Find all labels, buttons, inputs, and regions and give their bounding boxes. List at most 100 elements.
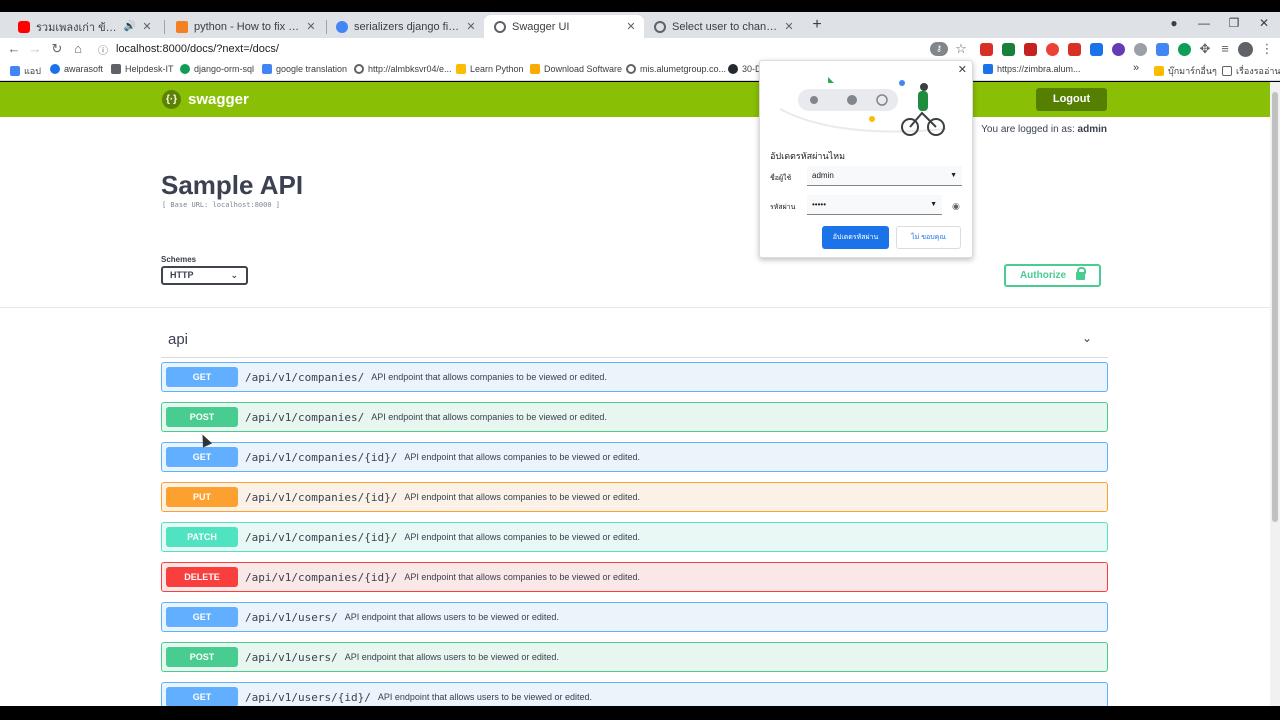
extension-icon[interactable] xyxy=(1112,43,1125,56)
address-bar[interactable]: ⓘ localhost:8000/docs/?next=/docs/ xyxy=(96,39,976,59)
globe-icon xyxy=(180,64,190,74)
puzzle-icon[interactable]: ✥ xyxy=(1196,40,1214,58)
bookmark-awarasoft[interactable]: awarasoft xyxy=(50,64,103,74)
bookmark-label: mis.alumetgroup.co... xyxy=(640,64,727,74)
operation-description: API endpoint that allows companies to be… xyxy=(404,572,640,582)
swagger-brand: swagger xyxy=(188,91,249,108)
restore-button[interactable]: ❐ xyxy=(1224,16,1244,30)
tag-name: api xyxy=(168,331,189,348)
operation-row[interactable]: POST /api/v1/users/ API endpoint that al… xyxy=(161,642,1108,672)
bookmark-django-orm[interactable]: django-orm-sql xyxy=(180,64,254,74)
update-password-button[interactable]: อัปเดตรหัสผ่าน xyxy=(822,226,889,249)
tab-title: python - How to fix " AttributeEr xyxy=(194,20,300,33)
window-close-button[interactable]: ✕ xyxy=(1254,16,1274,30)
schemes-select[interactable]: HTTP ⌄ xyxy=(161,266,248,285)
chevron-down-icon[interactable]: ⌄ xyxy=(1082,331,1092,345)
swagger-logo-icon: {·} xyxy=(162,90,181,109)
forward-button[interactable]: → xyxy=(26,40,44,58)
close-icon[interactable]: ✕ xyxy=(304,20,318,33)
extension-icon[interactable] xyxy=(1134,43,1147,56)
tab-swagger-ui[interactable]: Swagger UI ✕ xyxy=(484,15,644,38)
extension-icon[interactable] xyxy=(1156,43,1169,56)
extension-icon[interactable] xyxy=(1046,43,1059,56)
operation-row[interactable]: GET /api/v1/companies/ API endpoint that… xyxy=(161,362,1108,392)
operation-row[interactable]: GET /api/v1/companies/{id}/ API endpoint… xyxy=(161,442,1108,472)
no-thanks-button[interactable]: ไม่ ขอบคุณ xyxy=(896,226,961,249)
bookmark-google-translation[interactable]: google translation xyxy=(262,64,347,74)
extension-icon[interactable] xyxy=(1090,43,1103,56)
schemes-value: HTTP xyxy=(170,270,194,280)
operation-row[interactable]: DELETE /api/v1/companies/{id}/ API endpo… xyxy=(161,562,1108,592)
tag-section-api[interactable]: api ⌄ xyxy=(161,322,1108,358)
extension-icon[interactable] xyxy=(1178,43,1191,56)
bookmark-reading-list[interactable]: เรื่องรออ่าน xyxy=(1222,64,1280,78)
bookmark-zimbra[interactable]: https://zimbra.alum... xyxy=(983,64,1081,74)
reading-list-icon[interactable]: ≡ xyxy=(1216,40,1234,58)
bookmark-download-software[interactable]: Download Software xyxy=(530,64,622,74)
page-scrollbar[interactable] xyxy=(1270,82,1280,706)
extension-icon[interactable] xyxy=(1068,43,1081,56)
star-icon[interactable]: ☆ xyxy=(952,40,970,58)
extension-icon[interactable] xyxy=(1002,43,1015,56)
operation-row[interactable]: PUT /api/v1/companies/{id}/ API endpoint… xyxy=(161,482,1108,512)
new-tab-button[interactable]: + xyxy=(809,16,825,34)
reload-button[interactable]: ↻ xyxy=(48,40,66,58)
operation-row[interactable]: POST /api/v1/companies/ API endpoint tha… xyxy=(161,402,1108,432)
avatar[interactable] xyxy=(1238,42,1253,57)
close-icon[interactable]: ✕ xyxy=(782,20,796,33)
password-label: รหัสผ่าน xyxy=(770,204,796,211)
method-badge: GET xyxy=(166,367,238,387)
bookmark-other[interactable]: บุ๊กมาร์กอื่นๆ xyxy=(1154,64,1217,78)
tab-stackoverflow[interactable]: python - How to fix " AttributeEr ✕ xyxy=(166,15,324,38)
site-info-icon[interactable]: ⓘ xyxy=(96,42,110,57)
close-icon[interactable]: ✕ xyxy=(140,20,154,33)
password-select[interactable]: ••••• ▼ xyxy=(807,195,942,215)
method-badge: PATCH xyxy=(166,527,238,547)
operation-path: /api/v1/users/ xyxy=(245,650,338,664)
close-icon[interactable]: ✕ xyxy=(464,20,478,33)
bookmark-github[interactable]: 30-D xyxy=(728,64,762,74)
operation-row[interactable]: PATCH /api/v1/companies/{id}/ API endpoi… xyxy=(161,522,1108,552)
bookmark-apps[interactable]: แอป xyxy=(10,64,41,78)
tab-search-icon[interactable]: ● xyxy=(1164,16,1184,30)
schemes-label: Schemes xyxy=(161,255,197,264)
page-title: Sample API xyxy=(161,170,304,200)
logout-button[interactable]: Logout xyxy=(1036,88,1107,111)
authorize-button[interactable]: Authorize xyxy=(1004,264,1101,287)
close-icon[interactable]: ✕ xyxy=(958,63,967,76)
eye-icon[interactable]: ◉ xyxy=(952,201,962,211)
operation-description: API endpoint that allows companies to be… xyxy=(371,372,607,382)
reading-list-icon xyxy=(1222,66,1232,76)
tab-django-admin[interactable]: Select user to change | Django si ✕ xyxy=(644,15,802,38)
back-button[interactable]: ← xyxy=(5,40,23,58)
key-icon[interactable]: ⚷ xyxy=(930,42,948,56)
chevron-down-icon: ⌄ xyxy=(230,270,238,280)
gmail-extension-icon[interactable] xyxy=(980,43,993,56)
browser-toolbar: ← → ↻ ⌂ ⓘ localhost:8000/docs/?next=/doc… xyxy=(0,38,1280,61)
base-url: [ Base URL: localhost:8000 ] xyxy=(162,201,281,209)
github-icon xyxy=(728,64,738,74)
bookmark-mis[interactable]: mis.alumetgroup.co... xyxy=(626,64,726,74)
swagger-logo[interactable]: {·} swagger xyxy=(162,90,249,109)
tab-youtube[interactable]: รวมเพลงเก่า ข้าวุ เพลารุ เศร้าๆ ฝั่ง 🔊 ✕ xyxy=(8,15,160,38)
home-icon[interactable]: ⌂ xyxy=(69,40,87,58)
bookmarks-overflow-button[interactable]: » xyxy=(1133,62,1139,74)
operation-row[interactable]: GET /api/v1/users/{id}/ API endpoint tha… xyxy=(161,682,1108,706)
password-update-popup: ✕ อัปเดตรหัสผ่านไหม ชื่อผู้ใช้ admin ▼ ร… xyxy=(759,60,973,258)
popup-title: อัปเดตรหัสผ่านไหม xyxy=(770,151,846,161)
bookmark-almbksvr[interactable]: http://almbksvr04/e... xyxy=(354,64,452,74)
close-icon[interactable]: ✕ xyxy=(624,20,638,33)
username-label: ชื่อผู้ใช้ xyxy=(770,175,792,182)
logged-in-status: You are logged in as: admin xyxy=(981,124,1107,135)
speaker-icon[interactable]: 🔊 xyxy=(124,21,136,32)
username-select[interactable]: admin ▼ xyxy=(807,166,962,186)
bookmark-learn-python[interactable]: Learn Python xyxy=(456,64,524,74)
minimize-button[interactable]: — xyxy=(1194,16,1214,30)
extension-icon[interactable] xyxy=(1024,43,1037,56)
bookmark-helpdesk[interactable]: Helpdesk-IT xyxy=(111,64,174,74)
operation-row[interactable]: GET /api/v1/users/ API endpoint that all… xyxy=(161,602,1108,632)
menu-icon[interactable]: ⋮ xyxy=(1258,40,1276,58)
tab-google[interactable]: serializers django field name - Go ✕ xyxy=(326,15,484,38)
dropdown-arrow-icon: ▼ xyxy=(930,201,937,208)
scrollbar-thumb[interactable] xyxy=(1272,92,1278,522)
